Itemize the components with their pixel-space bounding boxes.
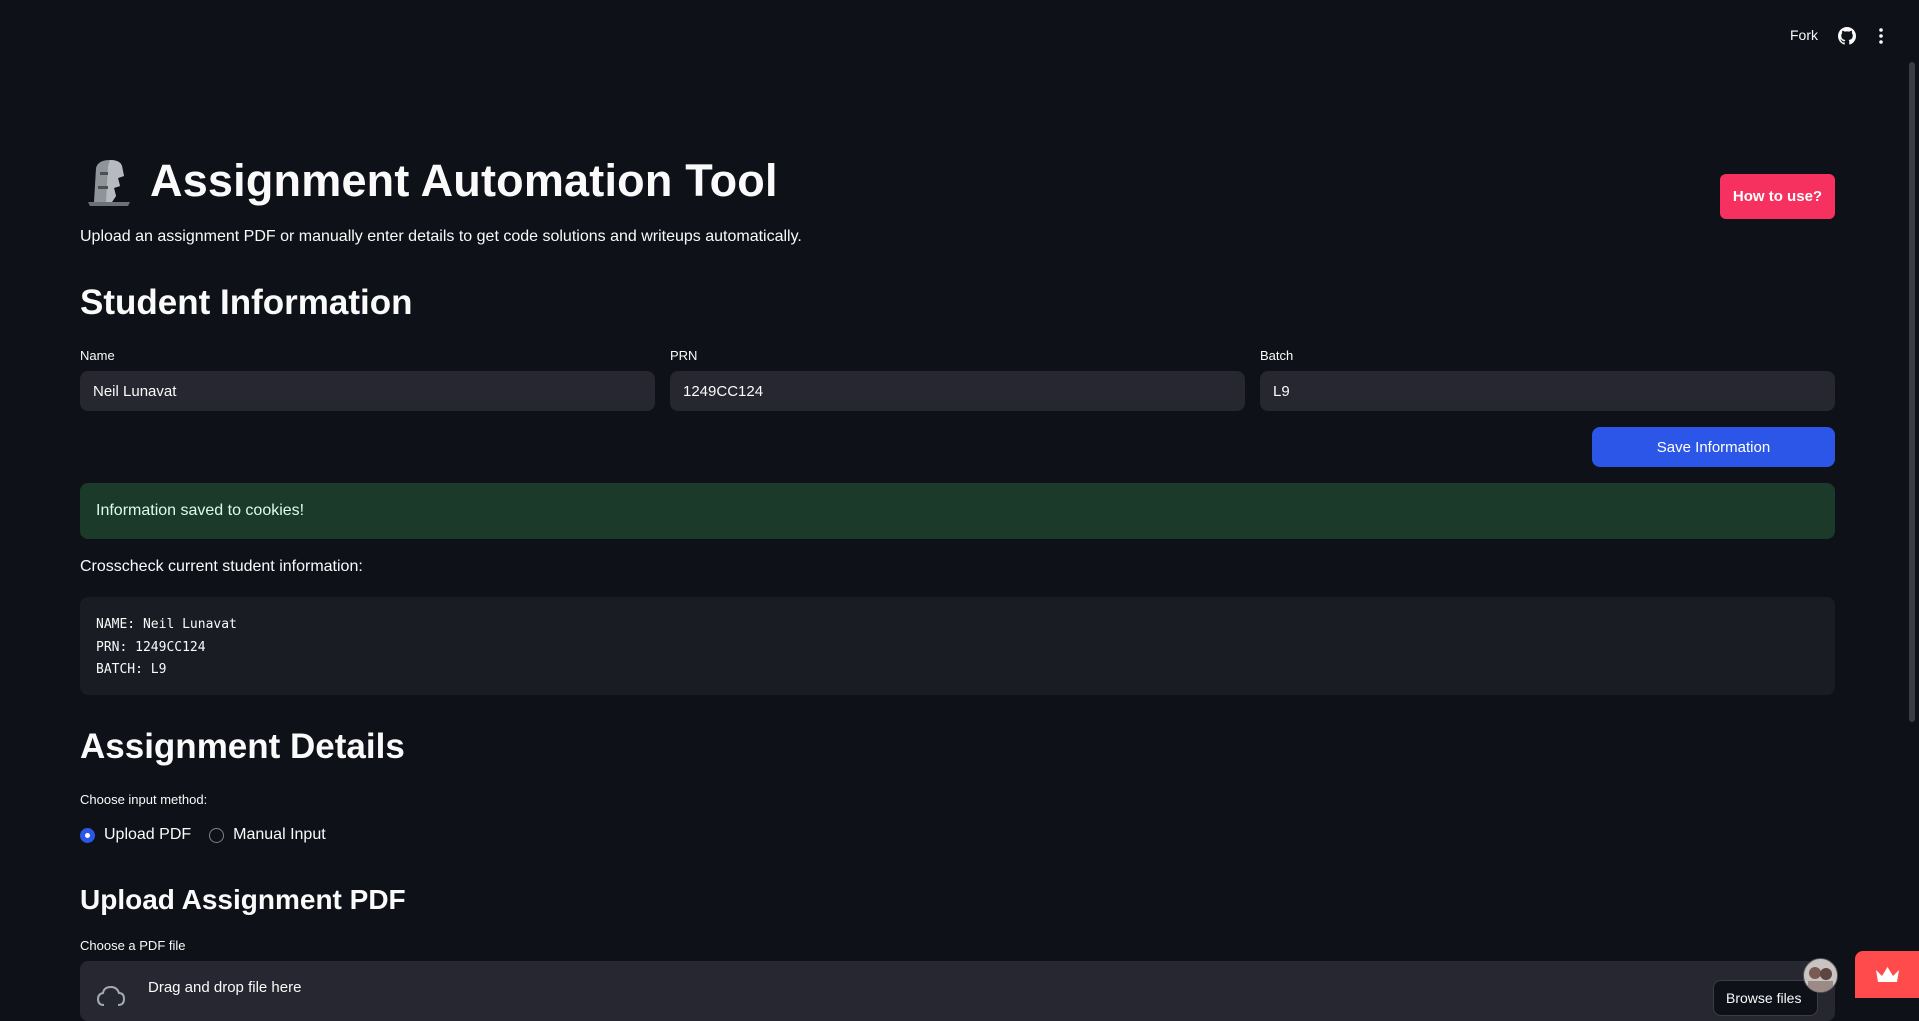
- batch-input[interactable]: [1260, 371, 1835, 411]
- code-line-name: NAME: Neil Lunavat: [96, 617, 237, 632]
- crosscheck-label: Crosscheck current student information:: [80, 558, 363, 575]
- radio-selected-indicator: [80, 827, 95, 843]
- avatar[interactable]: [1803, 958, 1838, 993]
- success-alert: Information saved to cookies!: [80, 483, 1835, 539]
- avatar-image-icon: [1808, 967, 1833, 992]
- radio-manual-input[interactable]: Manual Input: [209, 826, 326, 844]
- upload-pdf-heading: Upload Assignment PDF: [80, 884, 406, 915]
- assignment-details-heading: Assignment Details: [80, 727, 405, 766]
- input-method-radio-group: Upload PDF Manual Input: [80, 826, 344, 844]
- title-row: Assignment Automation Tool: [80, 155, 778, 207]
- kebab-menu-icon[interactable]: [1875, 26, 1887, 46]
- name-label: Name: [80, 348, 115, 363]
- student-info-heading: Student Information: [80, 283, 413, 322]
- radio-upload-pdf[interactable]: Upload PDF: [80, 826, 191, 844]
- name-input[interactable]: [80, 371, 655, 411]
- radio-label-manual-input: Manual Input: [233, 826, 326, 843]
- file-label: Choose a PDF file: [80, 938, 186, 953]
- code-line-prn: PRN: 1249CC124: [96, 639, 206, 655]
- top-toolbar: Fork: [0, 0, 1919, 72]
- page-scrollbar[interactable]: [1909, 62, 1915, 722]
- student-info-code-block: NAME: Neil Lunavat PRN: 1249CC124 BATCH:…: [80, 597, 1835, 695]
- streamlit-badge[interactable]: [1855, 951, 1919, 998]
- crown-icon: [1876, 967, 1899, 982]
- radio-unselected-indicator: [209, 827, 225, 843]
- code-line-batch: BATCH: L9: [96, 662, 167, 677]
- github-icon[interactable]: [1838, 27, 1856, 45]
- input-method-label: Choose input method:: [80, 792, 208, 807]
- how-to-use-button[interactable]: How to use?: [1720, 174, 1835, 219]
- moai-icon: [88, 160, 130, 206]
- fork-button[interactable]: Fork: [1790, 27, 1818, 43]
- page-title: Assignment Automation Tool: [150, 155, 778, 206]
- prn-input[interactable]: [670, 371, 1245, 411]
- cloud-upload-icon: [96, 985, 126, 1006]
- prn-label: PRN: [670, 348, 698, 363]
- save-information-button[interactable]: Save Information: [1592, 427, 1835, 467]
- dropzone-text: Drag and drop file here: [148, 979, 302, 996]
- radio-label-upload-pdf: Upload PDF: [104, 826, 192, 843]
- browse-files-button[interactable]: Browse files: [1713, 980, 1818, 1016]
- file-dropzone[interactable]: Drag and drop file here Browse files: [80, 961, 1835, 1021]
- page-subtitle: Upload an assignment PDF or manually ent…: [80, 228, 802, 245]
- batch-label: Batch: [1260, 348, 1294, 363]
